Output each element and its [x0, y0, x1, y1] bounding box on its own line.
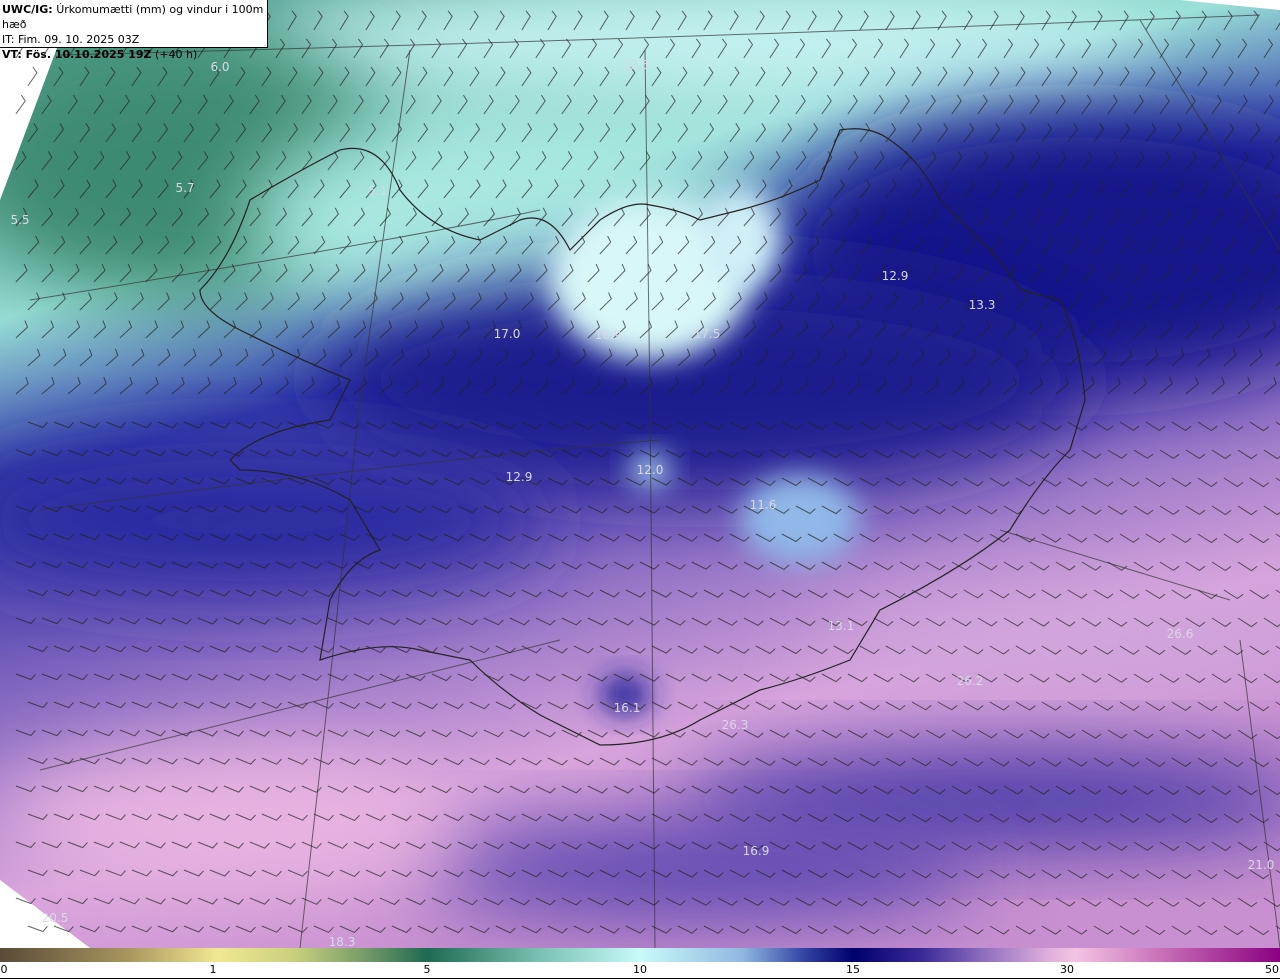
map-label: 12.5: [622, 58, 650, 72]
map-label: 26.2: [956, 674, 984, 688]
map-label: 20.5: [41, 911, 69, 925]
map-label: 21.0: [1247, 858, 1275, 872]
map-label: 17.5: [693, 327, 721, 341]
product-title-line: UWC/IG: Úrkomumætti (mm) og vindur i 100…: [2, 2, 267, 32]
map-label: 5.1: [368, 184, 388, 198]
valid-time-line: VT: Fös. 10.10.2025 19Z (+40 h): [2, 47, 267, 62]
map-label: 16.9: [594, 328, 622, 342]
map-label: 12.9: [881, 269, 909, 283]
colorbar: [0, 948, 1280, 962]
colorbar-tick: 10: [633, 963, 647, 976]
map-label: 12.0: [636, 463, 664, 477]
map-label: 6.0: [210, 60, 230, 74]
map-label: 13.1: [827, 619, 855, 633]
map-label: 5.5: [10, 213, 30, 227]
map-label: 17.0: [493, 327, 521, 341]
initial-time: IT: Fim. 09. 10. 2025 03Z: [2, 33, 140, 46]
map-label: 18.3: [328, 935, 356, 949]
map-label: 5.7: [175, 181, 195, 195]
colorbar-tick: 0: [0, 963, 8, 976]
colorbar-tick: 15: [846, 963, 860, 976]
map-label: 16.9: [742, 844, 770, 858]
map-label: 11.6: [749, 498, 777, 512]
colorbar-ticks: 0 1 5 10 15 30 50: [0, 962, 1280, 979]
map-label: 12.9: [505, 470, 533, 484]
product-code: UWC/IG:: [2, 3, 53, 16]
lead-time: (+40 h): [155, 48, 198, 61]
colorbar-tick: 5: [423, 963, 431, 976]
map-info-box: UWC/IG: Úrkomumætti (mm) og vindur i 100…: [0, 0, 268, 61]
map-label: 16.1: [613, 701, 641, 715]
colorbar-tick: 1: [209, 963, 217, 976]
colorbar-tick: 30: [1060, 963, 1074, 976]
map-label: 26.6: [1166, 627, 1194, 641]
colorbar-tick: 50: [1265, 963, 1279, 976]
map-label: 13.3: [968, 298, 996, 312]
valid-time: VT: Fös. 10.10.2025 19Z: [2, 48, 152, 61]
map-label: 26.3: [721, 718, 749, 732]
